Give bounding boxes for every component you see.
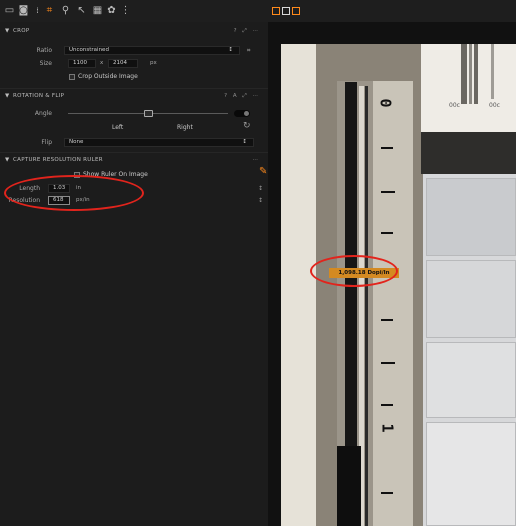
- chevron-down-icon: ↕: [228, 47, 233, 53]
- grid-icon[interactable]: ▦: [92, 6, 103, 16]
- ruler-dark-strip: [365, 86, 368, 526]
- size-unit: px: [150, 60, 157, 66]
- section-tools-icon[interactable]: ⋯: [253, 155, 261, 165]
- top-label-2: 00c: [489, 102, 500, 109]
- size-label: Size: [39, 60, 52, 67]
- camera-icon[interactable]: ◙: [18, 6, 29, 16]
- top-toolbar: ▭ ◙ ⁞ ⌗ ⚲ ↖ ▦ ✿ ⋮: [0, 0, 516, 23]
- photo-canvas: 00c 00c 0 1 1,098.18 Dopi/In: [281, 44, 516, 526]
- photo-top-area: 00c 00c: [421, 44, 516, 132]
- multi-view-icon[interactable]: [292, 7, 300, 15]
- section-tools-icon[interactable]: ? ⤢ ⋯: [234, 26, 260, 36]
- length-stepper-icon[interactable]: ↕: [258, 184, 263, 193]
- rotation-section-header[interactable]: ▼ ROTATION & FLIP ? A ⤢ ⋯: [0, 91, 268, 101]
- ruler-face: [373, 81, 413, 526]
- collapse-triangle-icon[interactable]: ▼: [5, 26, 10, 36]
- top-label-1: 00c: [449, 102, 460, 109]
- ruler-tick: [381, 492, 393, 494]
- flip-select[interactable]: None ↕: [64, 138, 254, 147]
- grid-view-icon[interactable]: [272, 7, 280, 15]
- size-height-field[interactable]: 2104: [108, 59, 138, 68]
- single-view-icon[interactable]: [282, 7, 290, 15]
- ruler-tick: [381, 404, 393, 406]
- color-swatch: [426, 422, 516, 526]
- top-bars-graphic: [461, 44, 494, 104]
- ruler-bottom-block: [337, 446, 361, 526]
- resolution-stepper-icon[interactable]: ↕: [258, 196, 263, 205]
- ruler-tick: [381, 191, 395, 193]
- ratio-label: Ratio: [36, 47, 52, 54]
- color-swatch: [426, 342, 516, 418]
- chevron-down-icon: ↕: [242, 139, 247, 145]
- rotate-right-button[interactable]: Right: [177, 123, 193, 132]
- divider: [0, 88, 268, 89]
- section-tools-icon[interactable]: ? A ⤢ ⋯: [224, 91, 260, 101]
- rotate-reset-icon[interactable]: ↻: [243, 122, 251, 131]
- size-x-label: x: [100, 60, 104, 66]
- rotate-left-button[interactable]: Left: [112, 123, 123, 132]
- ruler-number-0: 0: [376, 98, 395, 108]
- crop-outside-checkbox[interactable]: [69, 74, 75, 80]
- crop-tool-icon[interactable]: ⌗: [247, 46, 250, 55]
- photo-dark-band: [421, 132, 516, 174]
- angle-value-toggle[interactable]: [234, 110, 250, 117]
- angle-label: Angle: [34, 110, 52, 117]
- collapse-triangle-icon[interactable]: ▼: [5, 155, 10, 165]
- ruler-tick: [381, 319, 393, 321]
- capture-one-window: ▭ ◙ ⁞ ⌗ ⚲ ↖ ▦ ✿ ⋮ ▼ CROP ? ⤢ ⋯ Ratio Unc…: [0, 0, 516, 526]
- ratio-select[interactable]: Unconstrained ↕: [64, 46, 240, 55]
- divider: [0, 152, 268, 153]
- image-viewer: 00c 00c 0 1 1,098.18 Dopi/In: [268, 22, 516, 526]
- size-width-field[interactable]: 1100: [68, 59, 96, 68]
- rotate-icon[interactable]: ⋮: [120, 6, 131, 16]
- crop-section-header[interactable]: ▼ CROP ? ⤢ ⋯: [0, 26, 268, 36]
- info-icon[interactable]: ⁞: [32, 6, 43, 16]
- color-swatch: [426, 178, 516, 256]
- ruler-tick: [381, 362, 395, 364]
- highlight-oval: [310, 255, 398, 287]
- collapse-triangle-icon[interactable]: ▼: [5, 91, 10, 101]
- flip-label: Flip: [41, 139, 52, 146]
- highlight-oval: [4, 175, 144, 211]
- zoom-icon[interactable]: ⚲: [60, 6, 71, 16]
- ruler-tick: [381, 232, 393, 234]
- crop-outside-label: Crop Outside Image: [78, 73, 138, 80]
- pick-icon[interactable]: ↖: [76, 6, 87, 16]
- crop-icon[interactable]: ⌗: [44, 6, 55, 16]
- capture-ruler-section-header[interactable]: ▼ CAPTURE RESOLUTION RULER ⋯: [0, 155, 268, 165]
- ruler-number-1: 1: [378, 423, 397, 433]
- tool-panel: ▼ CROP ? ⤢ ⋯ Ratio Unconstrained ↕ ⌗ Siz…: [0, 22, 268, 526]
- folder-icon[interactable]: ▭: [4, 6, 15, 16]
- pencil-icon[interactable]: ✎: [259, 167, 267, 177]
- color-swatch: [426, 260, 516, 338]
- ruler-tick: [381, 147, 393, 149]
- angle-slider-thumb[interactable]: [144, 110, 153, 117]
- settings-icon[interactable]: ✿: [106, 6, 117, 16]
